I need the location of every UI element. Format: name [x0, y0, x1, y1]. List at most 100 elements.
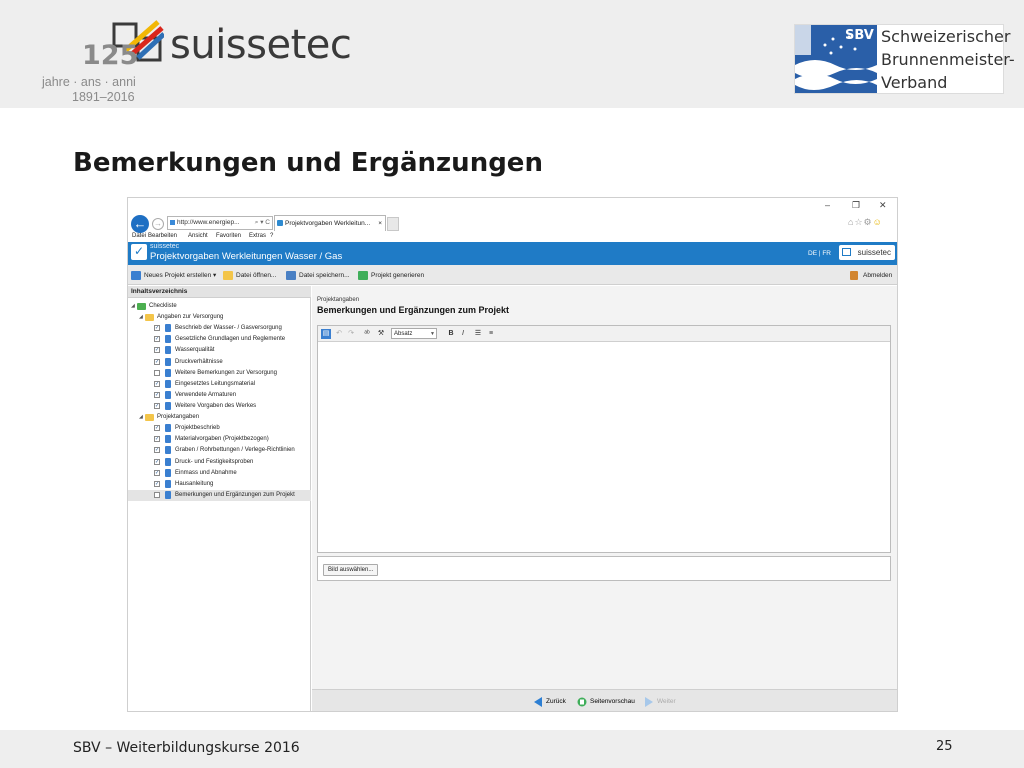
tree-checkbox[interactable] — [154, 492, 160, 499]
address-bar[interactable]: http://www.energiep... ⌕ ▾ C — [167, 216, 273, 230]
tree-checkbox[interactable]: ✓ — [154, 403, 160, 410]
back-arrow-icon[interactable]: ← — [131, 215, 149, 233]
tree-item[interactable]: ✓ Druckverhältnisse — [128, 357, 311, 368]
page-preview-button[interactable]: Seitenvorschau — [577, 696, 635, 708]
favorites-star-icon[interactable]: ☆ — [854, 217, 863, 227]
new-project-button[interactable]: Neues Projekt erstellen ▾ — [131, 270, 216, 281]
bold-icon[interactable]: B — [446, 329, 456, 339]
toc-title: Inhaltsverzeichnis — [128, 286, 311, 298]
tree-item[interactable]: ✓ Wasserqualität — [128, 345, 311, 356]
tree-checkbox[interactable]: ✓ — [154, 469, 160, 476]
tree-group-projektangaben[interactable]: ◢ Projektangaben — [128, 412, 311, 423]
save-file-label: Datei speichern... — [299, 272, 350, 279]
new-document-icon — [131, 271, 141, 280]
logout-label: Abmelden — [863, 272, 893, 279]
tree-checkbox[interactable]: ✓ — [154, 381, 160, 387]
footer-course-label: SBV – Weiterbildungskurse 2016 — [73, 740, 300, 756]
bullet-list-icon[interactable]: ☰ — [473, 329, 483, 339]
logout-button[interactable]: Abmelden — [850, 270, 892, 281]
menu-extras[interactable]: Extras — [249, 233, 266, 239]
format-painter-icon[interactable]: ⚒ — [376, 329, 386, 339]
menu-favoriten[interactable]: Favoriten — [216, 233, 241, 239]
browser-menu-bar: Datei Bearbeiten Ansicht Favoriten Extra… — [128, 233, 897, 242]
expand-triangle-icon[interactable]: ◢ — [139, 312, 143, 323]
tree-item[interactable]: ✓ Verwendete Armaturen — [128, 390, 311, 401]
generate-project-button[interactable]: Projekt generieren — [358, 270, 424, 281]
document-icon — [165, 446, 171, 455]
italic-icon[interactable]: I — [458, 329, 468, 339]
table-of-contents: Inhaltsverzeichnis ◢ Checkliste ◢ Angabe… — [128, 286, 311, 711]
save-file-button[interactable]: Datei speichern... — [286, 270, 350, 281]
tree-checkbox[interactable] — [154, 369, 160, 376]
tree-item-label: Projektbeschrieb — [175, 425, 220, 431]
app-badge-label: suissetec — [857, 248, 891, 257]
tree-item[interactable]: ✓ Projektbeschrieb — [128, 423, 311, 434]
tree-checkbox[interactable]: ✓ — [154, 425, 160, 431]
tree-item-label: Wasserqualität — [175, 347, 215, 354]
tree-item[interactable]: ✓ Hausanleitung — [128, 479, 311, 490]
select-image-button[interactable]: Bild auswählen... — [323, 564, 379, 576]
tree-item[interactable]: ✓ Beschrieb der Wasser- / Gasversorgung — [128, 323, 311, 334]
tree-group-versorgung[interactable]: ◢ Angaben zur Versorgung — [128, 312, 311, 323]
tree-checkbox[interactable]: ✓ — [154, 336, 160, 343]
tree-checkbox[interactable]: ✓ — [154, 392, 160, 399]
tree-item-label: Hausanleitung — [175, 481, 214, 487]
editor-toolbar: ▤ ↶ ↷ ᵃᵇ ⚒ Absatz ▼ B I ☰ ≡ — [318, 326, 890, 342]
language-switch[interactable]: DE | FR — [808, 250, 831, 257]
tree-label: Projektangaben — [157, 414, 200, 420]
tab-close-icon[interactable]: × — [378, 216, 382, 231]
tab-label: Projektvorgaben Werkleitun... — [285, 220, 371, 227]
back-button[interactable]: Zurück — [533, 696, 566, 708]
tree-item[interactable]: ✓ Eingesetztes Leitungsmaterial — [128, 379, 311, 390]
spellcheck-icon[interactable]: ᵃᵇ — [362, 329, 372, 339]
tree-item[interactable]: ✓ Weitere Vorgaben des Werkes — [128, 401, 311, 412]
back-triangle-icon — [534, 697, 542, 707]
browser-tool-icons[interactable]: ⌂☆⚙☺ — [848, 217, 883, 228]
next-button[interactable]: Weiter — [644, 696, 676, 708]
restore-icon[interactable]: ❐ — [852, 200, 860, 211]
tree-item[interactable]: ✓ Gesetzliche Grundlagen und Reglemente — [128, 334, 311, 345]
sbv-name-line3: Verband — [881, 73, 948, 92]
tree-item[interactable]: ✓ Materialvorgaben (Projektbezogen) — [128, 434, 311, 445]
app-org-name: suissetec — [150, 243, 180, 250]
undo-icon[interactable]: ↶ — [334, 329, 344, 339]
minimize-icon[interactable]: – — [825, 200, 830, 210]
tree-checkbox[interactable]: ✓ — [154, 358, 160, 365]
forward-arrow-icon[interactable]: → — [152, 218, 164, 230]
tree-checkbox[interactable]: ✓ — [154, 347, 160, 354]
open-file-label: Datei öffnen... — [236, 272, 277, 279]
tree-checkbox[interactable]: ✓ — [154, 325, 160, 331]
tree-item[interactable]: ✓ Graben / Rohrbettungen / Verlege-Richtl… — [128, 445, 311, 456]
logo-anniversary-number: 125 — [82, 40, 139, 71]
expand-triangle-icon[interactable]: ◢ — [131, 301, 135, 312]
menu-help[interactable]: ? — [270, 233, 273, 239]
tree-item[interactable]: ✓ Einmass und Abnahme — [128, 468, 311, 479]
back-label: Zurück — [546, 698, 566, 705]
menu-bearbeiten[interactable]: Bearbeiten — [148, 233, 177, 239]
open-file-button[interactable]: Datei öffnen... — [223, 270, 276, 281]
source-icon[interactable]: ▤ — [321, 329, 331, 339]
new-tab-button[interactable] — [387, 217, 399, 231]
tree-item-label: Verwendete Armaturen — [175, 392, 237, 399]
close-window-icon[interactable]: ✕ — [879, 200, 887, 211]
menu-datei[interactable]: Datei — [132, 233, 146, 239]
document-icon — [165, 380, 171, 388]
redo-icon[interactable]: ↷ — [346, 329, 356, 339]
tree-checkbox[interactable]: ✓ — [154, 447, 160, 454]
expand-triangle-icon[interactable]: ◢ — [139, 412, 143, 423]
tree-item[interactable]: Weitere Bemerkungen zur Versorgung — [128, 368, 311, 379]
numbered-list-icon[interactable]: ≡ — [486, 329, 496, 339]
tree-checkbox[interactable]: ✓ — [154, 436, 160, 443]
tree-root-checkliste[interactable]: ◢ Checkliste — [128, 301, 311, 312]
browser-tab[interactable]: Projektvorgaben Werkleitun... × — [274, 215, 386, 231]
tree-item[interactable]: ✓ Druck- und Festigkeitsproben — [128, 457, 311, 468]
settings-gear-icon[interactable]: ⚙ — [864, 217, 873, 227]
slide-title: Bemerkungen und Ergänzungen — [73, 148, 543, 178]
tree-item[interactable]: Bemerkungen und Ergänzungen zum Projekt — [128, 490, 311, 502]
rich-text-editor[interactable]: ▤ ↶ ↷ ᵃᵇ ⚒ Absatz ▼ B I ☰ ≡ — [317, 325, 891, 553]
menu-ansicht[interactable]: Ansicht — [188, 233, 208, 239]
tree-checkbox[interactable]: ✓ — [154, 458, 160, 465]
paragraph-format-select[interactable]: Absatz ▼ — [391, 328, 437, 339]
smiley-icon[interactable]: ☺ — [873, 217, 883, 227]
tree-checkbox[interactable]: ✓ — [154, 481, 160, 487]
